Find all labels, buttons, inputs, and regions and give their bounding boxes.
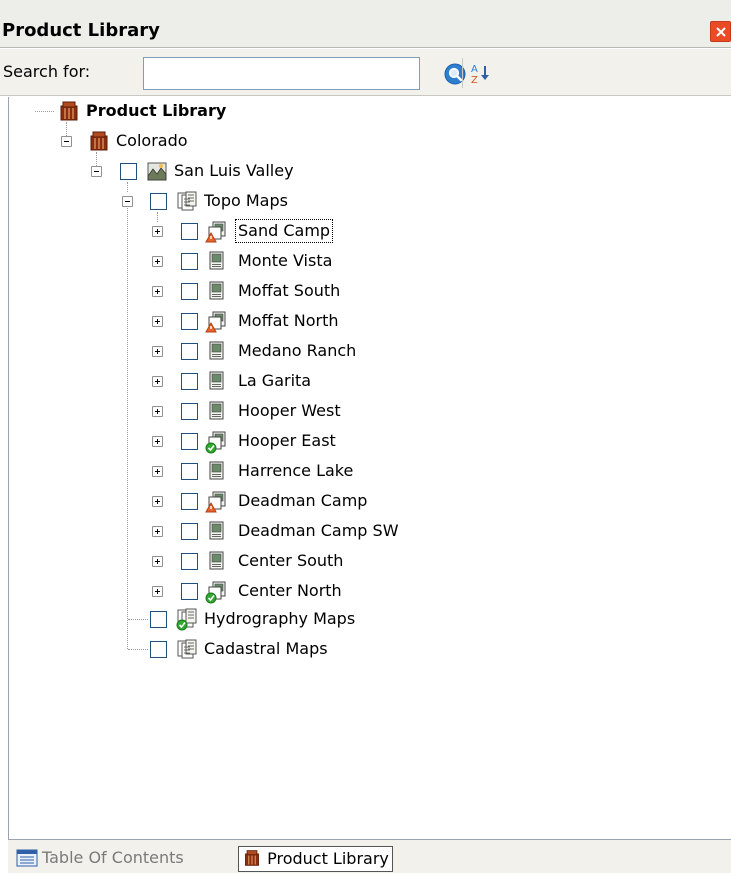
map-sheet-icon — [205, 580, 229, 608]
map-sheet-icon — [207, 400, 227, 426]
checkbox[interactable] — [181, 283, 198, 300]
checkbox[interactable] — [181, 433, 198, 450]
title-bar: Product Library — [0, 0, 731, 48]
expand-toggle[interactable] — [152, 586, 163, 597]
expand-toggle[interactable] — [152, 286, 163, 297]
search-input[interactable] — [143, 57, 420, 90]
tree-node-moffat-south[interactable]: Moffat South — [238, 280, 340, 302]
region-map-icon — [146, 160, 168, 186]
tree-guide — [127, 204, 128, 649]
checkbox[interactable] — [181, 253, 198, 270]
tree-node-hydrography-maps[interactable]: Hydrography Maps — [204, 608, 355, 630]
tree-guide — [128, 649, 148, 650]
map-sheet-icon — [207, 340, 227, 366]
tab-product-library-label: Product Library — [267, 849, 389, 868]
checkbox[interactable] — [120, 163, 137, 180]
window-title: Product Library — [2, 20, 160, 41]
checkbox[interactable] — [181, 463, 198, 480]
tree-node-product-library[interactable]: Product Library — [86, 100, 226, 122]
expand-toggle[interactable] — [152, 526, 163, 537]
checkbox[interactable] — [181, 403, 198, 420]
checkbox[interactable] — [150, 641, 167, 658]
map-sheet-icon — [205, 430, 229, 458]
checkbox[interactable] — [181, 553, 198, 570]
map-sheet-icon — [207, 370, 227, 396]
map-collection-icon — [176, 190, 198, 216]
expand-toggle[interactable] — [152, 226, 163, 237]
tree-node-harrence-lake[interactable]: Harrence Lake — [238, 460, 353, 482]
search-label: Search for: — [3, 62, 91, 81]
collapse-toggle[interactable] — [122, 196, 133, 207]
collapse-toggle[interactable] — [91, 166, 102, 177]
map-sheet-icon — [205, 220, 229, 248]
expand-toggle[interactable] — [152, 556, 163, 567]
tree-node-hooper-east[interactable]: Hooper East — [238, 430, 336, 452]
tree-node-san-luis-valley[interactable]: San Luis Valley — [174, 160, 294, 182]
tree-node-colorado[interactable]: Colorado — [116, 130, 188, 152]
tree-guide — [35, 111, 54, 112]
expand-toggle[interactable] — [152, 346, 163, 357]
library-icon — [88, 130, 110, 156]
expand-toggle[interactable] — [152, 496, 163, 507]
library-icon — [58, 100, 80, 126]
checkbox[interactable] — [181, 343, 198, 360]
tree-node-topo-maps[interactable]: Topo Maps — [204, 190, 288, 212]
table-of-contents-icon — [16, 848, 38, 872]
map-sheet-icon — [207, 250, 227, 276]
expand-toggle[interactable] — [152, 316, 163, 327]
expand-toggle[interactable] — [152, 256, 163, 267]
expand-toggle[interactable] — [152, 436, 163, 447]
checkbox[interactable] — [181, 583, 198, 600]
tree-node-monte-vista[interactable]: Monte Vista — [238, 250, 332, 272]
map-sheet-icon — [205, 310, 229, 338]
checkbox[interactable] — [150, 611, 167, 628]
tree-node-center-south[interactable]: Center South — [238, 550, 343, 572]
checkbox[interactable] — [181, 493, 198, 510]
tree-node-moffat-north[interactable]: Moffat North — [238, 310, 339, 332]
library-icon — [245, 850, 259, 866]
collapse-toggle[interactable] — [61, 136, 72, 147]
expand-toggle[interactable] — [152, 406, 163, 417]
tree-node-hooper-west[interactable]: Hooper West — [238, 400, 341, 422]
tree-panel[interactable] — [8, 97, 731, 839]
svg-text:A: A — [471, 64, 478, 75]
svg-text:Z: Z — [471, 75, 478, 86]
checkbox[interactable] — [150, 193, 167, 210]
map-sheet-icon — [207, 520, 227, 546]
expand-toggle[interactable] — [152, 466, 163, 477]
map-sheet-icon — [207, 550, 227, 576]
map-sheet-icon — [207, 280, 227, 306]
map-sheet-icon — [207, 460, 227, 486]
expand-toggle[interactable] — [152, 376, 163, 387]
checkbox[interactable] — [181, 223, 198, 240]
tree-guide — [128, 619, 148, 620]
tab-product-library[interactable]: Product Library — [238, 846, 393, 872]
sort-button[interactable]: A Z — [470, 62, 492, 86]
sort-az-icon: A Z — [471, 64, 489, 86]
close-button[interactable] — [710, 21, 731, 42]
map-collection-icon — [176, 638, 198, 664]
tree-node-deadman-camp[interactable]: Deadman Camp — [238, 490, 367, 512]
tree-node-sand-camp[interactable]: Sand Camp — [234, 219, 334, 243]
map-collection-icon — [175, 607, 199, 635]
map-sheet-icon — [205, 490, 229, 518]
tab-table-of-contents[interactable]: Table Of Contents — [42, 846, 184, 870]
checkbox[interactable] — [181, 373, 198, 390]
tree-guide — [127, 182, 128, 192]
tree-node-la-garita[interactable]: La Garita — [238, 370, 311, 392]
tree-node-medano-ranch[interactable]: Medano Ranch — [238, 340, 356, 362]
close-icon — [716, 27, 726, 37]
toolbar-separator — [462, 58, 463, 88]
checkbox[interactable] — [181, 313, 198, 330]
tree-node-deadman-camp-sw[interactable]: Deadman Camp SW — [238, 520, 399, 542]
tree-node-center-north[interactable]: Center North — [238, 580, 342, 602]
tree-guide — [157, 212, 158, 222]
tree-node-cadastral-maps[interactable]: Cadastral Maps — [204, 638, 328, 660]
checkbox[interactable] — [181, 523, 198, 540]
